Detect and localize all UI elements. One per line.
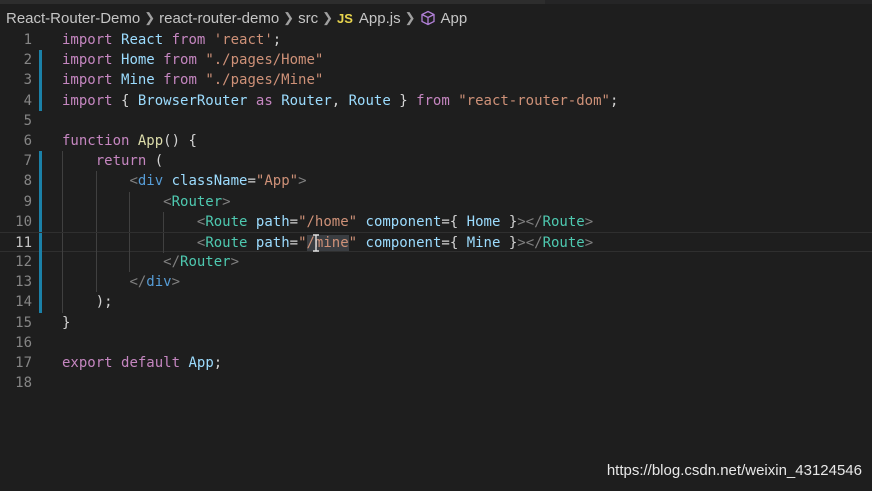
code-line[interactable]: 7 return ( (0, 151, 872, 172)
code-text: } (62, 314, 71, 331)
git-modified-marker[interactable] (39, 171, 42, 192)
indent-guide (129, 191, 131, 212)
line-number: 14 (15, 294, 32, 311)
git-modified-marker[interactable] (39, 252, 42, 273)
line-number: 3 (23, 72, 32, 89)
code-line[interactable]: 5 (0, 111, 872, 131)
code-line[interactable]: 16 (0, 333, 872, 353)
line-number: 9 (23, 193, 32, 210)
code-line[interactable]: 13 </div> (0, 272, 872, 293)
code-line[interactable]: 4 import { BrowserRouter as Router, Route… (0, 90, 872, 111)
breadcrumb-item-symbol[interactable]: App (441, 10, 468, 27)
code-line[interactable]: 6 function App() { (0, 131, 872, 151)
code-line[interactable]: 17 export default App; (0, 353, 872, 373)
chevron-right-icon: ❯ (283, 10, 295, 25)
indent-guide (62, 151, 63, 172)
line-number: 12 (15, 254, 32, 271)
indent-guide (95, 232, 97, 254)
git-modified-marker[interactable] (39, 292, 42, 313)
code-text: ); (95, 294, 113, 311)
line-number: 2 (23, 52, 32, 69)
code-line[interactable]: 3 import Mine from "./pages/Mine" (0, 70, 872, 91)
line-number: 4 (23, 92, 32, 109)
text-cursor-icon (313, 234, 319, 252)
git-modified-marker[interactable] (39, 151, 42, 172)
indent-guide (62, 252, 63, 273)
line-number: 18 (15, 375, 32, 392)
watermark-url: https://blog.csdn.net/weixin_43124546 (606, 462, 862, 479)
code-line[interactable]: 8 <div className="App"> (0, 171, 872, 192)
indent-guide (62, 232, 63, 254)
code-text: <Router> (163, 193, 231, 210)
indent-guide (62, 191, 63, 212)
code-line[interactable]: 10 <Route path="/home" component={ Home }… (0, 211, 872, 232)
chevron-right-icon: ❯ (404, 10, 416, 25)
indent-guide (95, 191, 97, 212)
indent-guide (95, 171, 97, 192)
line-number: 11 (15, 234, 32, 251)
line-number: 10 (15, 213, 32, 230)
indent-guide (163, 232, 165, 254)
code-line[interactable]: 12 </Router> (0, 252, 872, 273)
line-number: 13 (15, 274, 32, 291)
code-text: import Mine from "./pages/Mine" (62, 72, 324, 89)
code-text: return ( (95, 153, 164, 170)
code-line[interactable]: 9 <Router> (0, 191, 872, 212)
line-number: 1 (23, 32, 32, 48)
code-editor[interactable]: 1 import React from 'react'; 2 import Home … (0, 30, 872, 393)
indent-guide (163, 211, 165, 232)
line-number: 7 (23, 153, 32, 170)
code-line[interactable]: 15} (0, 313, 872, 333)
indent-guide (62, 292, 63, 313)
breadcrumb-item-project[interactable]: React-Router-Demo (6, 10, 140, 27)
breadcrumb: React-Router-Demo ❯ react-router-demo ❯ … (6, 6, 467, 30)
indent-guide (62, 272, 63, 293)
js-file-icon: JS (336, 10, 353, 26)
line-number: 17 (15, 355, 32, 371)
indent-guide (62, 211, 63, 232)
indent-guide (62, 171, 63, 192)
git-modified-marker[interactable] (39, 90, 42, 111)
line-number: 6 (23, 132, 32, 149)
chevron-right-icon: ❯ (144, 10, 156, 25)
git-modified-marker[interactable] (39, 232, 42, 254)
indent-guide (129, 252, 131, 273)
code-text: <Route path="/mine" component={ Mine }><… (196, 234, 594, 251)
code-line[interactable]: 1 import React from 'react'; (0, 30, 872, 50)
indent-guide (95, 272, 97, 293)
code-text: </Router> (163, 254, 240, 271)
code-text: <Route path="/home" component={ Home }><… (196, 213, 594, 230)
git-modified-marker[interactable] (39, 70, 42, 91)
indent-guide (95, 211, 97, 232)
code-line[interactable]: 2 import Home from "./pages/Home" (0, 50, 872, 71)
git-modified-marker[interactable] (39, 272, 42, 293)
git-modified-marker[interactable] (39, 191, 42, 212)
git-modified-marker[interactable] (39, 50, 42, 71)
tab-strip-edge (0, 0, 872, 4)
line-number: 8 (23, 173, 32, 190)
indent-guide (129, 232, 131, 254)
code-text: export default App; (62, 355, 223, 371)
code-line[interactable]: 18 (0, 373, 872, 393)
cube-symbol-icon (420, 10, 435, 26)
breadcrumb-item-folder[interactable]: react-router-demo (159, 10, 279, 27)
code-text: import React from 'react'; (62, 32, 282, 48)
git-modified-marker[interactable] (39, 211, 42, 232)
line-number: 5 (23, 112, 32, 129)
code-text: </div> (129, 274, 181, 291)
chevron-right-icon: ❯ (322, 10, 333, 25)
line-number: 15 (15, 314, 32, 331)
breadcrumb-item-file[interactable]: App.js (359, 10, 401, 27)
code-line[interactable]: 14); (0, 292, 872, 313)
code-text: import Home from "./pages/Home" (62, 52, 324, 69)
breadcrumb-item-src[interactable]: src (298, 10, 318, 27)
code-line[interactable]: 11 <Route path="/mine" component={ Mine }… (0, 231, 872, 254)
code-text: import { BrowserRouter as Router, Route … (62, 92, 619, 109)
code-text: <div className="App"> (129, 173, 307, 190)
indent-guide (129, 211, 131, 232)
code-text: function App() { (62, 132, 197, 149)
line-number: 16 (15, 334, 32, 351)
indent-guide (95, 252, 97, 273)
